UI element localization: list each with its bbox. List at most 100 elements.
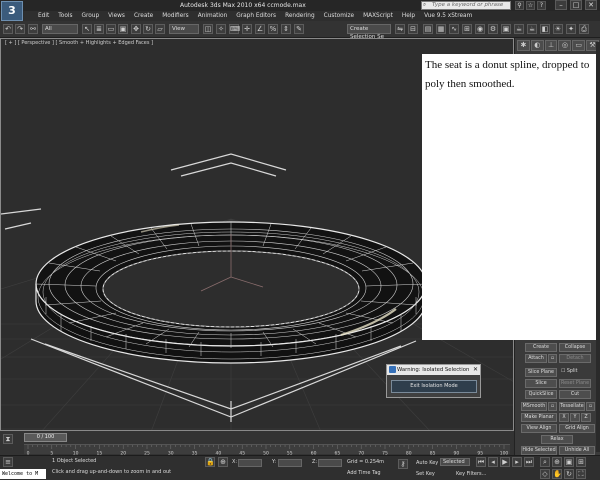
- planar-z-button[interactable]: Z: [581, 413, 591, 422]
- attach-button[interactable]: Attach: [525, 354, 547, 363]
- hide-selected-button[interactable]: Hide Selected: [521, 446, 557, 455]
- tessellate-button[interactable]: Tessellate: [559, 402, 585, 411]
- pivot-center-icon[interactable]: ◫: [203, 24, 213, 34]
- slice-plane-button[interactable]: Slice Plane: [525, 368, 557, 377]
- menu-vue-xstream[interactable]: Vue 9.5 xStream: [424, 11, 472, 21]
- named-selection-dropdown[interactable]: Create Selection Se: [347, 24, 391, 40]
- menu-create[interactable]: Create: [134, 11, 153, 21]
- exit-isolation-mode-button[interactable]: Exit Isolation Mode: [391, 380, 477, 393]
- goto-start-icon[interactable]: ⏮: [476, 457, 486, 467]
- cut-button[interactable]: Cut: [559, 390, 591, 399]
- zoom-extents-all-icon[interactable]: ⊞: [576, 457, 586, 467]
- minimize-button[interactable]: –: [555, 0, 567, 10]
- edit-named-selections-icon[interactable]: ✎: [294, 24, 304, 34]
- redo-icon[interactable]: ↷: [15, 24, 25, 34]
- z-coordinate-field[interactable]: [318, 459, 342, 467]
- align-icon[interactable]: ⊟: [408, 24, 418, 34]
- star-icon[interactable]: ☆: [526, 1, 535, 10]
- unhide-all-button[interactable]: Unhide All: [559, 446, 595, 455]
- create-button[interactable]: Create: [525, 343, 557, 352]
- split-checkbox[interactable]: ☐ Split: [561, 369, 577, 374]
- track-bar[interactable]: 0 5 10 15 20 25 30 35 40 45 50 55 60 65 70 75 80 85 90 95 10…: [24, 444, 510, 455]
- reset-plane-button[interactable]: Reset Plane: [559, 379, 591, 388]
- undo-icon[interactable]: ↶: [3, 24, 13, 34]
- time-slider[interactable]: 0 / 100: [24, 433, 67, 442]
- scale-icon[interactable]: ▱: [155, 24, 165, 34]
- maximize-viewport-icon[interactable]: ⛶: [576, 469, 586, 479]
- spinner-snap-icon[interactable]: ⇕: [281, 24, 291, 34]
- maximize-button[interactable]: □: [570, 0, 582, 10]
- display-tab-icon[interactable]: ▭: [572, 40, 586, 51]
- binoculars-icon[interactable]: ⚲: [515, 1, 524, 10]
- mini-curve-editor-icon[interactable]: ⧗: [3, 434, 13, 444]
- goto-end-icon[interactable]: ⏭: [524, 457, 534, 467]
- select-by-name-icon[interactable]: ≣: [94, 24, 104, 34]
- motion-tab-icon[interactable]: ◎: [558, 40, 572, 51]
- menu-tools[interactable]: Tools: [58, 11, 72, 21]
- previous-frame-icon[interactable]: ◂: [488, 457, 498, 467]
- app-logo[interactable]: 3: [1, 1, 23, 21]
- dialog-titlebar[interactable]: Warning: Isolated Selection ✕: [387, 365, 480, 375]
- pan-icon[interactable]: ✋: [552, 469, 562, 479]
- layer-manager-icon[interactable]: ▤: [423, 24, 433, 34]
- attach-list-icon[interactable]: ▫: [548, 354, 557, 363]
- print-size-icon[interactable]: ⎙: [579, 24, 589, 34]
- selected-dropdown[interactable]: Selected: [440, 458, 470, 466]
- graphite-ribbon-icon[interactable]: ▦: [436, 24, 446, 34]
- menu-group[interactable]: Group: [82, 11, 100, 21]
- render-setup-icon[interactable]: ⚙: [488, 24, 498, 34]
- key-icon[interactable]: ⚷: [398, 459, 408, 469]
- help-icon[interactable]: ?: [537, 1, 546, 10]
- move-icon[interactable]: ✥: [131, 24, 141, 34]
- set-key-button[interactable]: Set Key: [416, 471, 435, 477]
- make-planar-button[interactable]: Make Planar: [521, 413, 557, 422]
- rendered-frame-icon[interactable]: ▣: [501, 24, 511, 34]
- maxscript-listener-icon[interactable]: ≡: [3, 457, 13, 467]
- orbit-icon[interactable]: ↻: [564, 469, 574, 479]
- effects-icon[interactable]: ✦: [566, 24, 576, 34]
- curve-editor-icon[interactable]: ∿: [449, 24, 459, 34]
- x-coordinate-field[interactable]: [238, 459, 262, 467]
- render-iterative-icon[interactable]: ☕: [527, 24, 537, 34]
- menu-help[interactable]: Help: [402, 11, 415, 21]
- msmooth-settings-icon[interactable]: ▫: [548, 402, 557, 411]
- angle-snap-icon[interactable]: ∠: [255, 24, 265, 34]
- grid-align-button[interactable]: Grid Align: [559, 424, 595, 433]
- relax-button[interactable]: Relax: [541, 435, 573, 444]
- dialog-close-icon[interactable]: ✕: [472, 366, 479, 374]
- select-object-icon[interactable]: ↖: [82, 24, 92, 34]
- menu-edit[interactable]: Edit: [38, 11, 49, 21]
- lock-selection-icon[interactable]: 🔒: [205, 457, 215, 467]
- zoom-extents-icon[interactable]: ▣: [564, 457, 574, 467]
- y-coordinate-field[interactable]: [278, 459, 302, 467]
- detach-button[interactable]: Detach: [559, 354, 591, 363]
- menu-rendering[interactable]: Rendering: [285, 11, 315, 21]
- render-production-icon[interactable]: ☕: [514, 24, 524, 34]
- msmooth-button[interactable]: MSmooth: [521, 402, 547, 411]
- zoom-all-icon[interactable]: ⊕: [552, 457, 562, 467]
- quickslice-button[interactable]: QuickSlice: [525, 390, 557, 399]
- rotate-icon[interactable]: ↻: [143, 24, 153, 34]
- tessellate-settings-icon[interactable]: ▫: [586, 402, 595, 411]
- view-align-button[interactable]: View Align: [521, 424, 557, 433]
- absolute-mode-icon[interactable]: ⊕: [218, 457, 228, 467]
- selection-filter-dropdown[interactable]: All: [42, 24, 78, 34]
- planar-y-button[interactable]: Y: [570, 413, 580, 422]
- play-icon[interactable]: ▶: [500, 457, 510, 467]
- auto-key-button[interactable]: Auto Key: [416, 460, 438, 466]
- close-button[interactable]: ✕: [585, 0, 597, 10]
- zoom-icon[interactable]: ⌕: [540, 457, 550, 467]
- material-editor-icon[interactable]: ◉: [475, 24, 485, 34]
- add-time-tag[interactable]: Add Time Tag: [347, 470, 381, 476]
- menu-maxscript[interactable]: MAXScript: [363, 11, 393, 21]
- schematic-view-icon[interactable]: ⊞: [462, 24, 472, 34]
- key-filters-button[interactable]: Key Filters...: [456, 471, 486, 477]
- menu-animation[interactable]: Animation: [198, 11, 228, 21]
- maxscript-mini-listener[interactable]: Welcome to M: [0, 469, 46, 479]
- snap-3d-icon[interactable]: ✛: [242, 24, 252, 34]
- command-panel-scrollbar[interactable]: [596, 42, 600, 452]
- environment-icon[interactable]: ☀: [553, 24, 563, 34]
- ref-coord-dropdown[interactable]: View: [169, 24, 199, 34]
- menu-graph-editors[interactable]: Graph Editors: [236, 11, 276, 21]
- link-icon[interactable]: ⚯: [28, 24, 38, 34]
